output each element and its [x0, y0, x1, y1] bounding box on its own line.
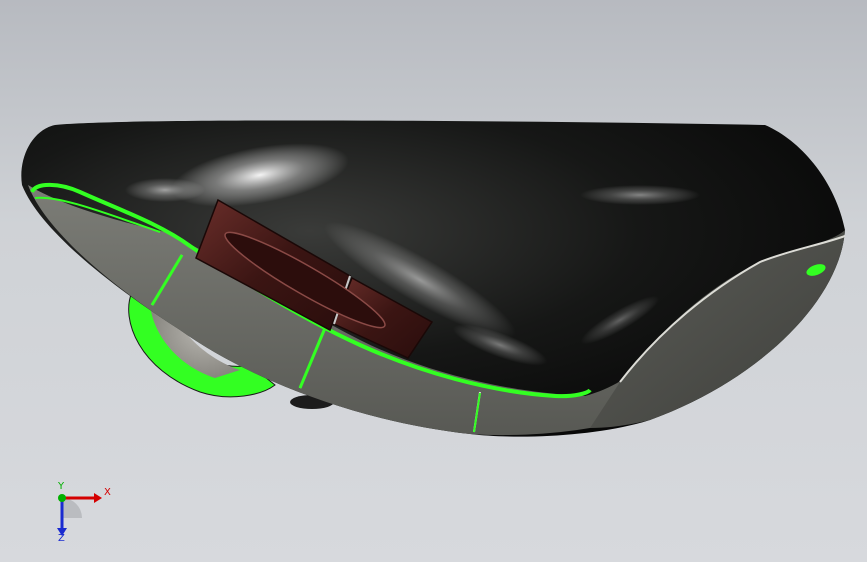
y-axis-point	[58, 494, 66, 502]
graphics-viewport[interactable]: X Y Z	[0, 0, 867, 562]
y-axis-label: Y	[58, 481, 65, 492]
coordinate-triad: X Y Z	[48, 482, 118, 552]
3d-model-mouse[interactable]	[0, 0, 867, 562]
z-axis-label: Z	[58, 533, 65, 544]
x-axis-label: X	[104, 487, 111, 498]
